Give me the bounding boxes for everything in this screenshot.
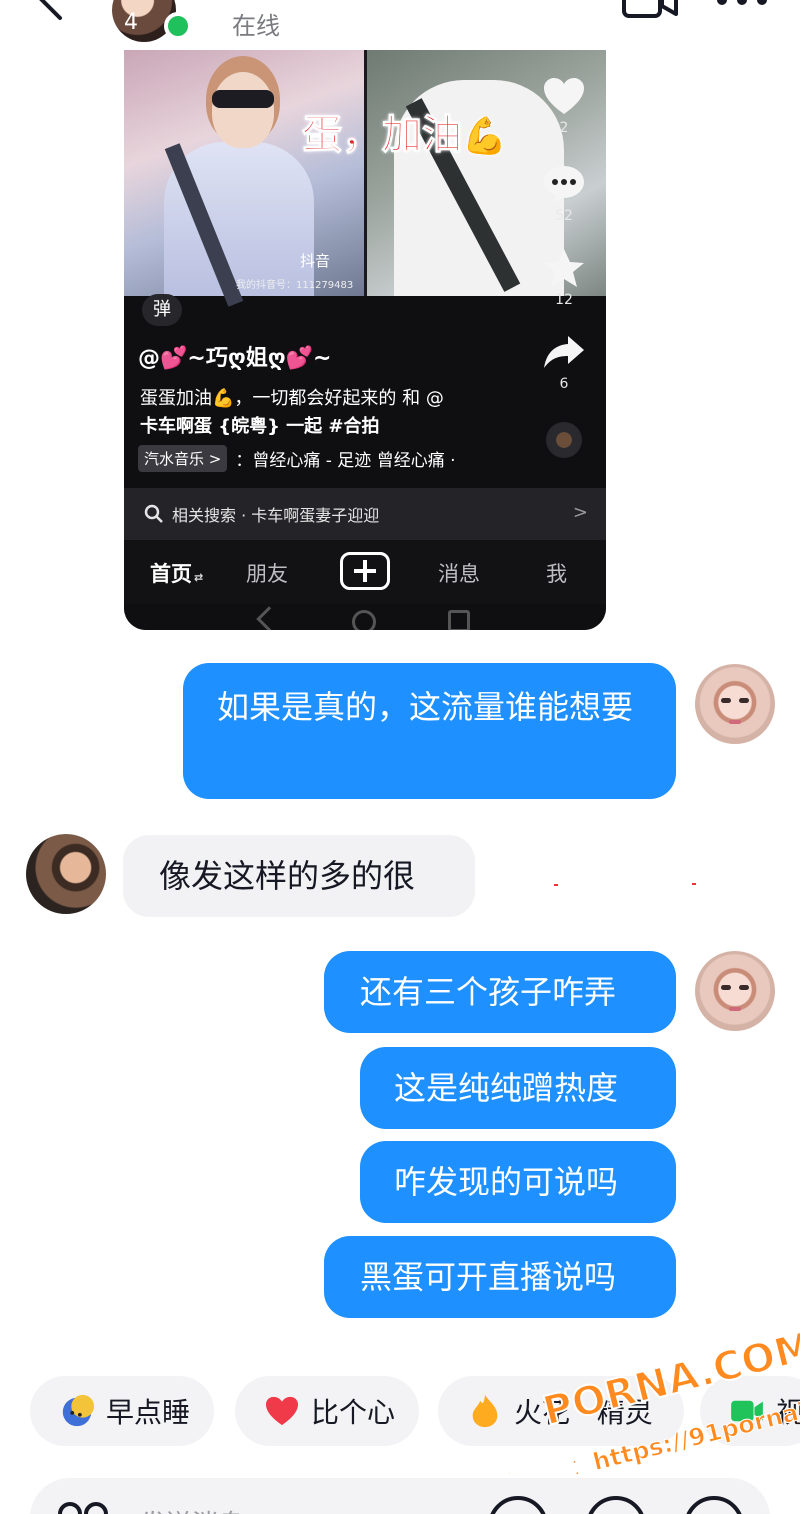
shared-video-screenshot[interactable]: 蛋，加油💪 抖音 我的抖音号：111279483 2 52 12 6 弹 @💕~… — [124, 50, 606, 630]
flexed-biceps-icon: 💪 — [462, 116, 508, 158]
like-action[interactable]: 2 — [534, 74, 594, 136]
music-tag[interactable]: 汽水音乐 > — [138, 444, 228, 472]
music-title: ：曾经心痛 - 足迹 曾经心痛 · — [235, 450, 456, 471]
quick-reply-label: 早点睡 — [106, 1396, 191, 1429]
share-count: 6 — [559, 376, 569, 392]
douyin-tab-bar: 首页 ⇄ 朋友 消息 我 — [124, 540, 606, 604]
tab-me[interactable]: 我 — [546, 558, 567, 588]
danmu-toggle[interactable]: 弹 — [142, 294, 182, 326]
nav-recent-icon — [448, 610, 470, 630]
favorite-action[interactable]: 12 — [534, 246, 594, 308]
music-disc-icon[interactable] — [546, 422, 582, 458]
video-description-line2: 卡车啊蛋 {皖粤} 一起 #合拍 — [140, 416, 380, 437]
system-nav-bar — [124, 604, 606, 630]
chevron-right-icon: > — [572, 502, 588, 523]
comment-action[interactable]: 52 — [534, 162, 594, 224]
person-left-head — [212, 72, 274, 148]
video-description-line1: 蛋蛋加油💪，一切都会好起来的 和 @ — [140, 388, 444, 409]
contact-avatar-in-chat[interactable] — [26, 834, 106, 914]
split-divider — [364, 50, 367, 296]
message-bubble-outgoing[interactable]: 如果是真的，这流量谁能想要 — [183, 663, 676, 799]
video-call-icon[interactable] — [622, 0, 678, 20]
share-action[interactable]: 6 — [534, 330, 594, 392]
music-row[interactable]: 汽水音乐 > ：曾经心痛 - 足迹 曾经心痛 · — [138, 444, 456, 472]
douyin-id: 我的抖音号：111279483 — [236, 280, 354, 291]
message-bubble-outgoing[interactable]: 咋发现的可说吗 — [360, 1141, 676, 1223]
share-arrow-icon — [542, 330, 586, 374]
nav-back-icon — [256, 606, 282, 630]
star-icon — [542, 246, 586, 290]
quick-reply-label: 比个心 — [311, 1396, 396, 1429]
douyin-watermark: 抖音 — [300, 252, 331, 270]
heart-icon — [263, 1392, 301, 1430]
tab-friends[interactable]: 朋友 — [246, 558, 288, 588]
favorite-count: 12 — [555, 292, 573, 308]
message-bubble-outgoing[interactable]: 还有三个孩子咋弄 — [324, 951, 676, 1033]
overlay-caption: 蛋，加油💪 — [302, 112, 508, 159]
search-icon — [144, 504, 163, 523]
more-icon[interactable] — [712, 0, 772, 8]
my-avatar[interactable] — [695, 951, 775, 1031]
quick-reply-chip[interactable]: 早点睡 — [30, 1376, 214, 1446]
quick-reply-chip[interactable]: 比个心 — [235, 1376, 419, 1446]
tab-home[interactable]: 首页 ⇄ — [150, 558, 203, 588]
comment-icon — [542, 162, 586, 206]
chat-header: 4 在线 — [0, 0, 800, 48]
flame-icon — [466, 1392, 504, 1430]
back-arrow-icon[interactable] — [30, 0, 74, 22]
message-input[interactable]: 发送消息 — [140, 1504, 244, 1514]
heart-icon — [542, 74, 586, 118]
avatar-count: 4 — [124, 10, 138, 35]
tab-messages[interactable]: 消息 — [438, 558, 480, 588]
artifact-dot — [692, 883, 696, 885]
online-status: 在线 — [232, 12, 280, 40]
message-bubble-outgoing[interactable]: 黑蛋可开直播说吗 — [324, 1236, 676, 1318]
moon-icon — [58, 1392, 96, 1430]
nav-home-icon — [352, 610, 376, 630]
related-search-text: 相关搜索 · 卡车啊蛋妻子迎迎 — [172, 506, 380, 525]
my-avatar[interactable] — [695, 664, 775, 744]
artifact-dot — [554, 884, 558, 886]
message-bubble-incoming[interactable]: 像发这样的多的很 — [123, 835, 475, 917]
sunglasses — [212, 90, 274, 108]
video-author[interactable]: @💕~巧ღ姐ღ💕~ — [138, 340, 332, 372]
voice-icon[interactable] — [56, 1500, 112, 1514]
chat-screen: 4 在线 蛋，加油💪 抖音 我的抖音号：111279483 2 52 12 6 … — [0, 0, 800, 1514]
online-indicator — [164, 12, 192, 40]
related-search-bar[interactable]: 相关搜索 · 卡车啊蛋妻子迎迎 > — [124, 488, 606, 540]
message-bubble-outgoing[interactable]: 这是纯纯蹭热度 — [360, 1047, 676, 1129]
comment-count: 52 — [555, 208, 573, 224]
create-plus-icon[interactable] — [340, 552, 390, 590]
like-count: 2 — [559, 120, 569, 136]
